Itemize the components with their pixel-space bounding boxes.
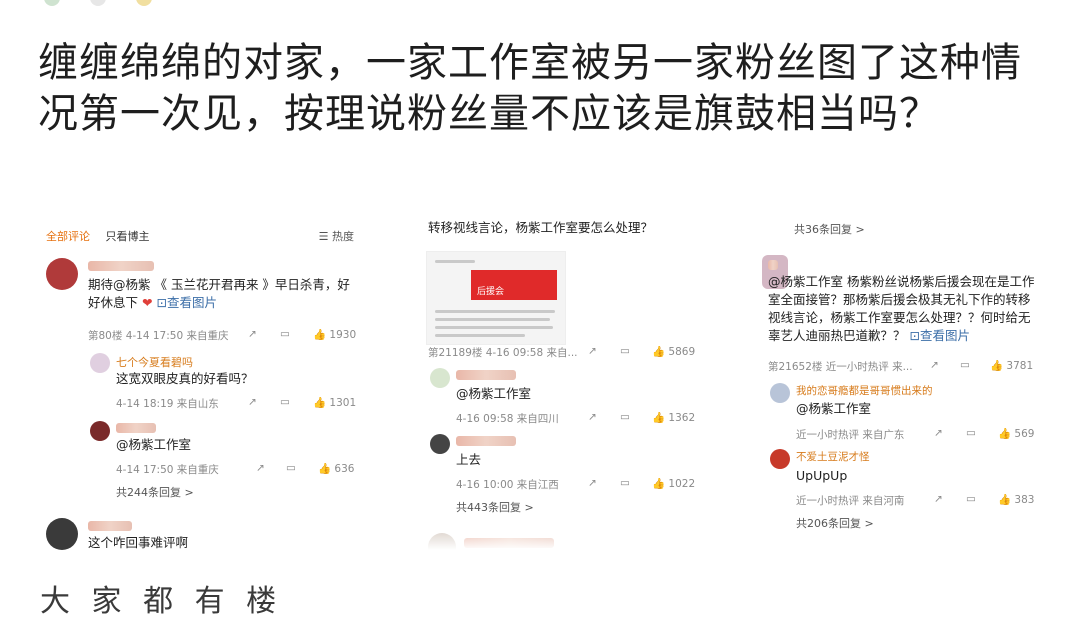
thumb-up-icon: 👍 [318,463,332,475]
tab-all-comments[interactable]: 全部评论 [46,230,90,243]
comment-text: 期待@杨紫 《 玉兰花开君再来 》早日杀青，好好休息下 ❤ ⊡查看图片 [88,277,350,310]
sort-hot[interactable]: ☰ 热度 [319,228,354,244]
thumb-up-icon: 👍 [313,329,327,341]
reply-text[interactable]: @杨紫工作室 [456,385,531,403]
avatar [430,434,450,454]
avatar [430,368,450,388]
post-text: 缠缠绵绵的对家，一家工作室被另一家粉丝图了这种情况第一次见，按理说粉丝量不应该是… [38,40,1022,137]
commenter-name [88,520,132,534]
reply-name: 七个今夏看碧吗 [116,356,193,369]
reply-meta: 4-16 10:00 来自江西 [456,479,559,491]
share-icon[interactable]: ↗ [934,493,943,505]
screenshot-image[interactable]: 后援会 [426,251,566,345]
comment-text: @杨紫工作室 杨紫粉丝说杨紫后援会现在是工作室全面接管？那杨紫后援会极其无礼下作… [768,274,1035,343]
reply-icon[interactable]: ▭ [966,427,976,439]
share-icon[interactable]: ↗ [248,396,257,408]
comment-meta: 第21189楼 4-16 09:58 来自... [428,347,578,359]
reply-icon[interactable]: ▭ [966,493,976,505]
thumb-up-icon: 👍 [998,494,1012,506]
image-icon: ⊡ [909,328,920,343]
reply-name [456,435,516,449]
comment-text: 转移视线言论，杨紫工作室要怎么处理？ [428,220,654,235]
more-replies-link[interactable]: 共244条回复 > [116,484,194,500]
avatar [136,0,152,6]
reply-name: 我的恋哥瘾都是哥哥惯出来的 [796,385,933,397]
reply-icon[interactable]: ▭ [286,462,296,474]
share-icon[interactable]: ↗ [256,462,265,474]
comment-text: 这个咋回事难评啊 [88,535,189,550]
image-icon: ⊡ [156,295,167,310]
reply-name [456,369,516,383]
reply-text[interactable]: @杨紫工作室 [116,436,191,454]
like-button[interactable]: 👍 1301 [313,396,356,409]
reply-icon[interactable]: ▭ [620,345,630,357]
avatar [90,353,110,373]
share-icon[interactable]: ↗ [930,359,939,371]
sort-icon: ☰ [318,230,329,243]
thumb-up-icon: 👍 [652,412,666,424]
comment-screenshot-1: 全部评论 只看博主 ☰ 热度 期待@杨紫 《 玉兰花开君再来 》早日杀青，好好休… [38,218,368,553]
reply-text: 上去 [456,452,482,467]
comment-meta: 第80楼 4-14 17:50 来自重庆 [88,330,229,342]
reply-icon[interactable]: ▭ [960,359,970,371]
reply-meta: 4-14 17:50 来自重庆 [116,464,219,476]
share-icon[interactable]: ↗ [588,411,597,423]
share-icon[interactable]: ↗ [588,477,597,489]
show-image-link[interactable]: ⊡查看图片 [910,328,971,343]
share-icon[interactable]: ↗ [588,345,597,357]
reply-meta: 近一小时热评 来自广东 [796,429,905,441]
reply-icon[interactable]: ▭ [280,396,290,408]
avatar [46,518,78,550]
avatar-strip [40,0,160,6]
post-text-cutoff: 大 家 都 有 楼 [40,584,283,619]
thumb-up-icon: 👍 [652,478,666,490]
heart-icon: ❤ [142,295,153,310]
avatar [770,383,790,403]
like-button[interactable]: 👍 1930 [313,328,356,341]
share-icon[interactable]: ↗ [934,427,943,439]
tab-blogger-only[interactable]: 只看博主 [106,230,150,243]
avatar [90,421,110,441]
reply-icon[interactable]: ▭ [620,411,630,423]
avatar [770,449,790,469]
like-button[interactable]: 👍 636 [318,462,354,475]
comment-meta: 第21652楼 近一小时热评 来... [768,361,913,373]
comment-tabs: 全部评论 只看博主 [46,228,150,244]
reply-text: 这宽双眼皮真的好看吗？ [116,371,254,386]
more-replies-link[interactable]: 共36条回复 > [794,221,865,237]
reply-meta: 近一小时热评 来自河南 [796,495,905,507]
avatar [90,0,106,6]
avatar [44,0,60,6]
thumb-up-icon: 👍 [313,397,327,409]
like-button[interactable]: 👍 383 [998,493,1034,506]
reply-meta: 4-14 18:19 来自山东 [116,398,219,410]
reply-name: 不爱土豆泥才怪 [796,451,870,463]
comment-screenshot-2: 转移视线言论，杨紫工作室要怎么处理？ 后援会 第21189楼 4-16 09:5… [420,215,710,550]
like-button[interactable]: 👍 1362 [652,411,695,424]
like-button[interactable]: 👍 569 [998,427,1034,440]
thumb-up-icon: 👍 [652,346,666,358]
reply-meta: 4-16 09:58 来自四川 [456,413,559,425]
commenter-name [768,259,778,273]
thumb-up-icon: 👍 [998,428,1012,440]
commenter-name [88,260,154,274]
more-replies-link[interactable]: 共443条回复 > [456,499,534,515]
thumb-up-icon: 👍 [990,360,1004,372]
comment-screenshot-3: 共36条回复 > @杨紫工作室 杨紫粉丝说杨紫后援会现在是工作室全面接管？那杨紫… [762,215,1044,545]
like-button[interactable]: 👍 1022 [652,477,695,490]
like-button[interactable]: 👍 5869 [652,345,695,358]
reply-text: UpUpUp [796,468,848,483]
reply-text[interactable]: @杨紫工作室 [796,400,871,418]
show-image-link[interactable]: ⊡查看图片 [156,295,217,310]
reply-icon[interactable]: ▭ [280,328,290,340]
reply-name [116,422,156,436]
image-title: 后援会 [477,287,505,297]
like-button[interactable]: 👍 3781 [990,359,1033,372]
avatar [46,258,78,290]
reply-icon[interactable]: ▭ [620,477,630,489]
share-icon[interactable]: ↗ [248,328,257,340]
more-replies-link[interactable]: 共206条回复 > [796,515,874,531]
